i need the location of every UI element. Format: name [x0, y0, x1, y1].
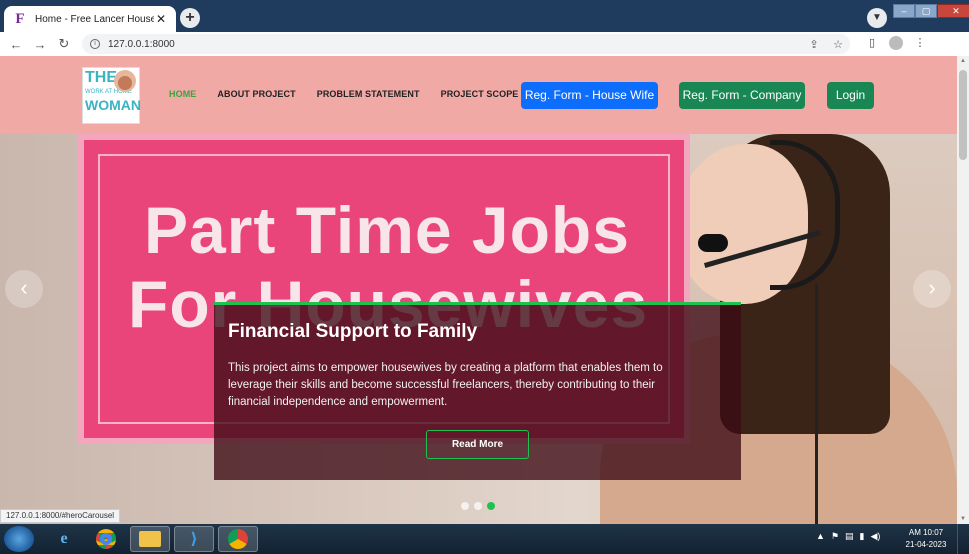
share-icon[interactable]: ⇪: [802, 38, 826, 51]
profile-icon[interactable]: [884, 35, 908, 53]
headset-mic-tip: [698, 234, 728, 252]
favicon-icon: F: [15, 11, 25, 27]
logo-text-woman: WOMAN: [85, 97, 141, 113]
minimize-button[interactable]: –: [893, 4, 915, 18]
network-icon[interactable]: ▤: [845, 531, 854, 542]
site-header: THE WORK AT HOME WOMAN HOME ABOUT PROJEC…: [0, 56, 957, 134]
flag-icon[interactable]: ⚑: [831, 531, 839, 542]
reg-company-button[interactable]: Reg. Form - Company: [679, 82, 805, 109]
caption-text: This project aims to empower housewives …: [228, 362, 663, 408]
carousel-indicator-1[interactable]: [461, 502, 469, 510]
scrollbar-thumb[interactable]: [959, 70, 967, 160]
system-tray: ▲ ⚑ ▤ ▮ ◀): [816, 531, 886, 542]
ie-icon[interactable]: e: [44, 526, 84, 552]
address-bar[interactable]: i 127.0.0.1:8000 ⇪ ☆: [82, 34, 850, 54]
logo-figure-icon: [114, 70, 136, 92]
taskbar-clock[interactable]: AM 10:07 21-04-2023: [902, 527, 950, 551]
headset-cable: [815, 284, 827, 524]
chrome-icon[interactable]: [86, 526, 126, 552]
nav-home[interactable]: HOME: [169, 89, 196, 99]
main-nav: HOME ABOUT PROJECT PROBLEM STATEMENT PRO…: [169, 89, 539, 99]
tab-title: Home - Free Lancer House Wife: [35, 13, 154, 25]
chevron-left-icon[interactable]: ‹: [5, 270, 43, 308]
show-desktop-button[interactable]: [957, 524, 969, 554]
nav-about-project[interactable]: ABOUT PROJECT: [217, 89, 295, 99]
page-scrollbar[interactable]: ▲ ▼: [957, 56, 969, 524]
nav-project-scope[interactable]: PROJECT SCOPE: [441, 89, 519, 99]
caption-title: Financial Support to Family: [228, 321, 478, 342]
signal-icon[interactable]: ▮: [860, 531, 865, 542]
volume-icon[interactable]: ◀): [870, 531, 880, 542]
new-tab-button[interactable]: +: [180, 8, 200, 28]
carousel-caption: Financial Support to Family This project…: [214, 302, 741, 480]
nav-problem-statement[interactable]: PROBLEM STATEMENT: [317, 89, 420, 99]
site-info-icon[interactable]: i: [90, 39, 100, 49]
maximize-button[interactable]: ▢: [915, 4, 937, 18]
forward-icon[interactable]: →: [28, 37, 52, 52]
browser-tab-strip: F Home - Free Lancer House Wife ✕ + ▼ – …: [0, 0, 969, 32]
read-more-button[interactable]: Read More: [426, 430, 529, 459]
windows-taskbar: e ⟩ ▲ ⚑ ▤ ▮ ◀) AM 10:07 21-04-2023: [0, 524, 969, 554]
chevron-right-icon[interactable]: ›: [913, 270, 951, 308]
chrome-active-icon[interactable]: [218, 526, 258, 552]
tab-search-button[interactable]: ▼: [867, 8, 887, 28]
clock-date: 21-04-2023: [905, 540, 947, 549]
web-page: THE WORK AT HOME WOMAN HOME ABOUT PROJEC…: [0, 56, 957, 524]
scroll-up-icon[interactable]: ▲: [960, 58, 966, 64]
reg-housewife-button[interactable]: Reg. Form - House Wife: [521, 82, 658, 109]
browser-tab[interactable]: F Home - Free Lancer House Wife ✕: [4, 6, 176, 32]
carousel-indicator-3[interactable]: [487, 502, 495, 510]
hero-carousel: Part Time Jobs For Housewives Financial …: [0, 134, 957, 524]
file-explorer-icon[interactable]: [130, 526, 170, 552]
link-status-url: 127.0.0.1:8000/#heroCarousel: [0, 509, 121, 523]
side-panel-icon[interactable]: ▯: [860, 36, 884, 53]
close-tab-icon[interactable]: ✕: [154, 12, 168, 26]
start-button[interactable]: [4, 526, 34, 552]
close-window-button[interactable]: ✕: [937, 4, 969, 18]
reload-icon[interactable]: ↻: [52, 36, 76, 52]
banner-headline-1: Part Time Jobs: [144, 193, 630, 267]
window-controls: – ▢ ✕: [893, 4, 969, 18]
back-icon[interactable]: ←: [4, 37, 28, 52]
browser-toolbar: ← → ↻ i 127.0.0.1:8000 ⇪ ☆ ▯ ⋮: [0, 32, 969, 56]
tray-expand-icon[interactable]: ▲: [816, 531, 825, 542]
clock-time: AM 10:07: [908, 528, 944, 537]
menu-kebab-icon[interactable]: ⋮: [908, 36, 932, 53]
scroll-down-icon[interactable]: ▼: [960, 516, 966, 522]
bookmark-star-icon[interactable]: ☆: [826, 38, 850, 51]
address-url[interactable]: 127.0.0.1:8000: [108, 39, 802, 50]
carousel-indicator-2[interactable]: [474, 502, 482, 510]
site-logo[interactable]: THE WORK AT HOME WOMAN: [82, 67, 141, 124]
carousel-indicators: [461, 502, 500, 510]
login-button[interactable]: Login: [827, 82, 874, 109]
vscode-icon[interactable]: ⟩: [174, 526, 214, 552]
